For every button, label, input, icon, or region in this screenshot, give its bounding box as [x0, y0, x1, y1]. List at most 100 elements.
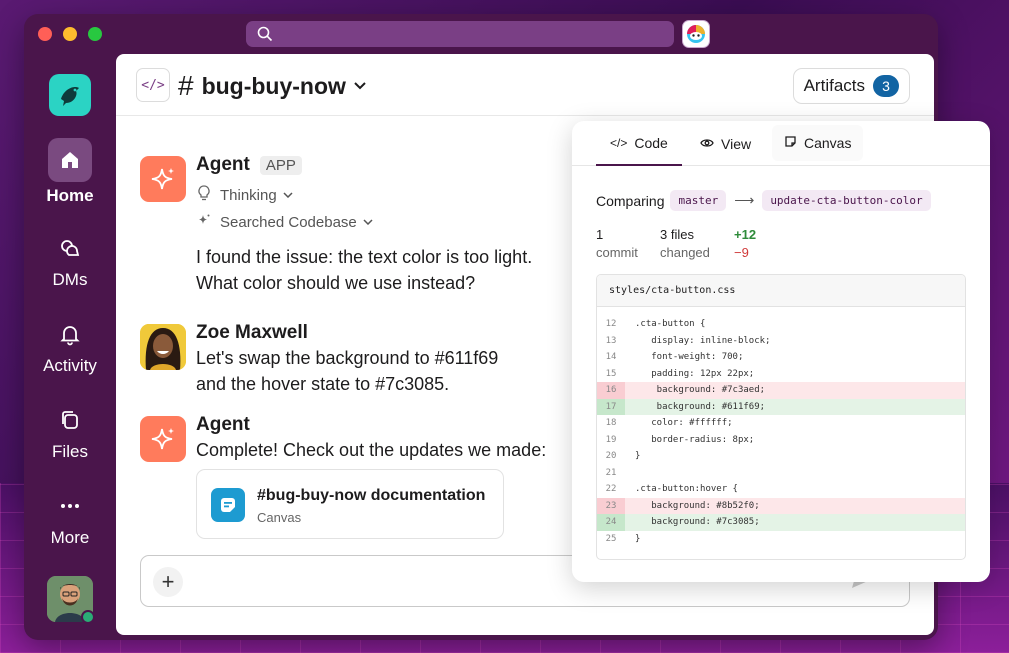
line-number: 25: [605, 533, 617, 544]
canvas-attachment-card[interactable]: #bug-buy-now documentation Canvas: [196, 469, 504, 539]
diff-line: 24 background: #7c3085;: [597, 514, 965, 531]
files-icon: [48, 402, 92, 438]
head-branch-badge[interactable]: update-cta-button-color: [762, 190, 931, 211]
sidebar-item-home[interactable]: Home: [24, 138, 116, 206]
line-number: 20: [605, 451, 617, 462]
diff-line: 16 background: #7c3aed;: [597, 382, 965, 399]
diff-viewer: styles/cta-button.css 12 .cta-button { 13 …: [596, 274, 966, 560]
channel-name: bug-buy-now: [201, 72, 346, 99]
message-zoe: Zoe Maxwell Let's swap the background to…: [140, 322, 580, 414]
minimize-window-button[interactable]: [63, 27, 77, 41]
sender-name[interactable]: Agent: [196, 414, 250, 436]
canvas-subtitle: Canvas: [257, 510, 302, 525]
dms-icon: [48, 230, 92, 266]
line-number: 16: [597, 382, 625, 399]
lightbulb-icon: [196, 185, 212, 205]
diff-line: 20}: [597, 448, 965, 465]
bell-icon: [48, 316, 92, 352]
tab-canvas[interactable]: Canvas: [772, 125, 864, 161]
add-attachment-button[interactable]: +: [153, 567, 183, 597]
line-number: 23: [597, 497, 625, 514]
additions-count: +12: [734, 227, 757, 242]
searched-label: Searched Codebase: [220, 213, 357, 231]
sparkles-icon: [196, 213, 212, 231]
sidebar-item-files[interactable]: Files: [24, 402, 116, 462]
thinking-label: Thinking: [220, 186, 277, 204]
app-badge: APP: [259, 155, 302, 175]
sparkle-icon: [151, 428, 174, 450]
zoom-window-button[interactable]: [88, 27, 102, 41]
message-agent-1: Agent APP Thinking Searched Codebase I fo…: [140, 154, 580, 322]
canvas-icon: [784, 135, 797, 151]
chevron-down-icon: [283, 192, 293, 198]
sparkle-icon: [151, 168, 174, 190]
code-line: padding: 12px 22px;: [635, 368, 755, 379]
deletions-count: −9: [734, 245, 749, 260]
searched-codebase-toggle[interactable]: Searched Codebase: [196, 213, 580, 231]
tab-code[interactable]: </> Code: [596, 121, 682, 166]
sidebar-item-label: More: [50, 528, 90, 547]
sidebar-item-label: DMs: [52, 270, 88, 289]
code-line: background: #7c3085;: [635, 517, 760, 528]
code-line: display: inline-block;: [635, 335, 771, 346]
sidebar-item-dms[interactable]: DMs: [24, 230, 116, 290]
diff-line: 25}: [597, 531, 965, 548]
tab-label: Code: [634, 134, 668, 151]
code-line: font-weight: 700;: [635, 352, 744, 363]
bird-logo-icon: [61, 87, 79, 106]
diff-line: 22 .cta-button:hover {: [597, 481, 965, 498]
sender-name[interactable]: Agent: [196, 154, 250, 176]
sidebar-item-activity[interactable]: Activity: [24, 316, 116, 376]
workspace-logo[interactable]: [49, 74, 91, 116]
hash-icon: #: [178, 70, 194, 101]
line-number: 22: [605, 484, 617, 495]
sidebar-rail: Home DMs Activity Files More: [24, 54, 116, 640]
line-number: 17: [597, 398, 625, 415]
tab-label: View: [721, 135, 752, 152]
tab-view[interactable]: View: [700, 121, 751, 166]
code-line: .cta-button:hover {: [635, 484, 738, 495]
sidebar-item-label: Files: [52, 442, 88, 461]
line-number: 18: [605, 418, 617, 429]
canvas-title: #bug-buy-now documentation: [257, 487, 486, 504]
comparing-label: Comparing: [596, 192, 665, 209]
channel-name-dropdown[interactable]: # bug-buy-now: [178, 70, 366, 102]
assistant-button[interactable]: [682, 20, 710, 48]
code-line: border-radius: 8px;: [635, 434, 755, 445]
line-number: 13: [605, 335, 617, 346]
diff-line: 14 font-weight: 700;: [597, 349, 965, 366]
code-line: background: #611f69;: [635, 401, 766, 412]
commit-label: commit: [596, 245, 638, 260]
message-text: Let's swap the background to #611f69: [196, 348, 499, 368]
agent-avatar[interactable]: [140, 416, 186, 462]
home-icon: [48, 138, 92, 182]
files-count: 3 files: [660, 227, 694, 242]
line-number: 24: [597, 514, 625, 531]
channel-header: </> # bug-buy-now Artifacts 3: [116, 54, 934, 116]
chevron-down-icon: [354, 82, 366, 90]
compare-row: Comparing master ⟶ update-cta-button-col…: [596, 190, 931, 211]
code-chip-button[interactable]: </>: [136, 68, 170, 102]
close-window-button[interactable]: [38, 27, 52, 41]
diff-file-name: styles/cta-button.css: [597, 275, 965, 307]
code-line: .cta-button {: [635, 319, 706, 330]
sidebar-item-more[interactable]: More: [24, 488, 116, 548]
base-branch-badge[interactable]: master: [670, 190, 727, 211]
artifact-panel: </> Code View Canvas Comparing master ⟶ …: [572, 121, 990, 582]
diff-lines: 12 .cta-button { 13 display: inline-block;…: [597, 307, 965, 547]
sidebar-item-label: Activity: [43, 356, 97, 375]
agent-avatar[interactable]: [140, 156, 186, 202]
line-number: 21: [605, 467, 617, 478]
message-text: What color should we use instead?: [196, 273, 476, 293]
thinking-toggle[interactable]: Thinking: [196, 185, 580, 205]
code-line: }: [635, 533, 641, 544]
search-icon: [257, 26, 273, 42]
sender-name[interactable]: Zoe Maxwell: [196, 322, 308, 344]
zoe-avatar[interactable]: [140, 324, 186, 370]
diff-line: 23 background: #8b52f0;: [597, 497, 965, 514]
search-bar[interactable]: [246, 21, 674, 47]
diff-line: 18 color: #ffffff;: [597, 415, 965, 432]
line-number: 12: [605, 319, 617, 330]
artifacts-button[interactable]: Artifacts 3: [792, 68, 910, 104]
line-number: 19: [605, 434, 617, 445]
